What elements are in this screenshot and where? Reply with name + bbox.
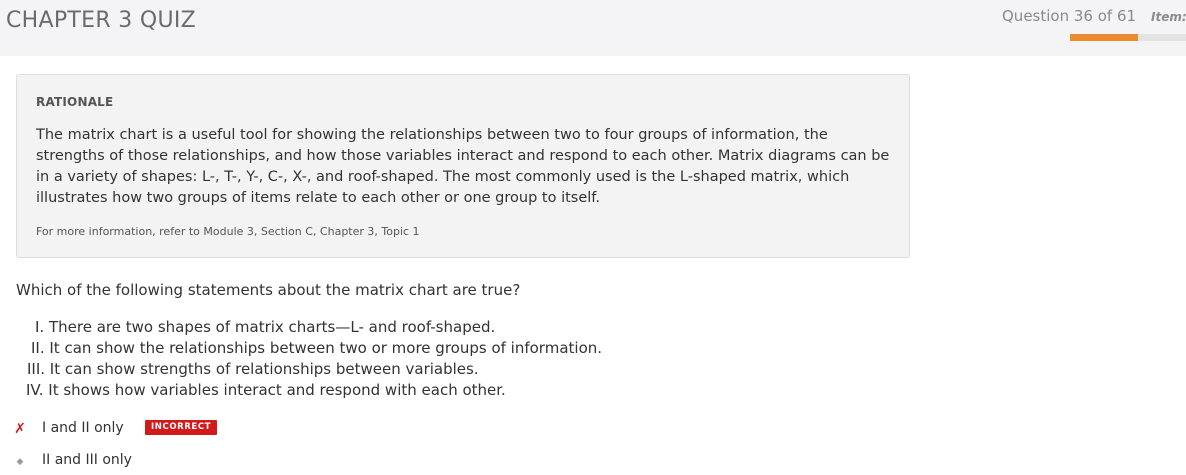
question-counter: Question 36 of 61 — [1002, 7, 1137, 25]
incorrect-badge: INCORRECT — [145, 420, 218, 435]
statement-4: IV. It shows how variables interact and … — [26, 381, 506, 399]
answer-choice-1[interactable]: ✗ I and II only INCORRECT — [0, 419, 400, 441]
rationale-reference: For more information, refer to Module 3,… — [36, 225, 420, 238]
rationale-panel: RATIONALE The matrix chart is a useful t… — [16, 74, 910, 258]
statement-3: III. It can show strengths of relationsh… — [27, 360, 479, 378]
answer-choice-2[interactable]: ◆ II and III only — [0, 451, 400, 473]
question-stem: Which of the following statements about … — [16, 281, 521, 299]
quiz-progress-bar — [1070, 34, 1186, 41]
statement-1: I. There are two shapes of matrix charts… — [35, 318, 496, 336]
answer-choice-label: I and II only — [42, 420, 124, 436]
statement-2: II. It can show the relationships betwee… — [31, 339, 603, 357]
incorrect-x-icon: ✗ — [14, 421, 26, 437]
diamond-bullet-icon: ◆ — [16, 457, 24, 467]
rationale-heading: RATIONALE — [36, 95, 114, 109]
rationale-body: The matrix chart is a useful tool for sh… — [36, 127, 890, 206]
item-label: Item: — [1151, 10, 1186, 24]
quiz-title: CHAPTER 3 QUIZ — [6, 8, 197, 33]
answer-choice-label: II and III only — [42, 452, 132, 468]
quiz-header: CHAPTER 3 QUIZ Question 36 of 61 Item: — [0, 0, 1186, 56]
quiz-progress-fill — [1070, 34, 1139, 41]
